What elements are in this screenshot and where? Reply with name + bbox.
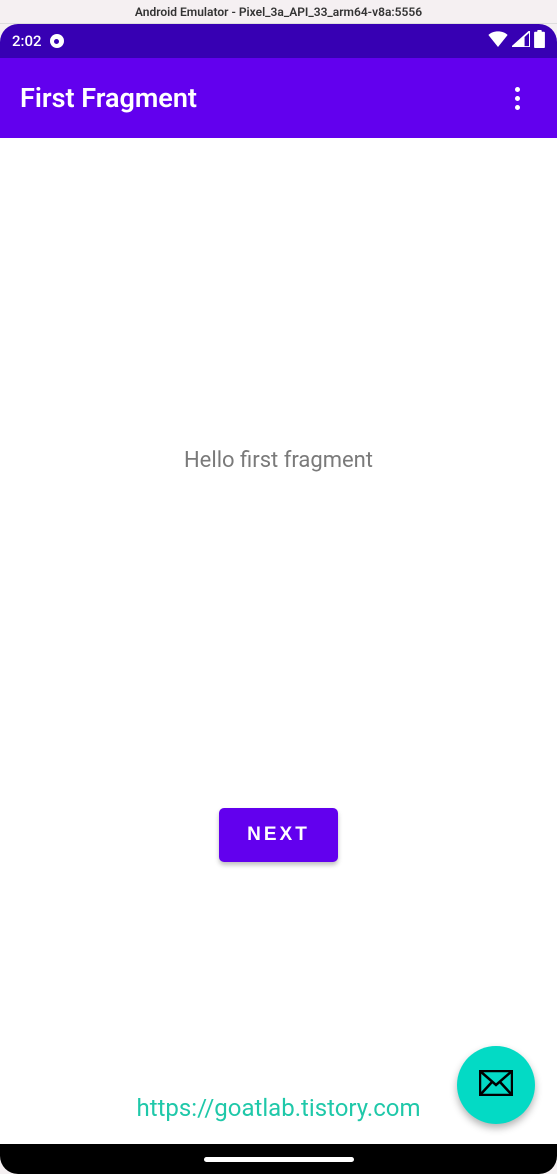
navigation-bar (0, 1144, 557, 1174)
overflow-menu-button[interactable] (497, 78, 537, 118)
hello-text-label: Hello first fragment (184, 448, 373, 473)
battery-icon (534, 30, 545, 52)
more-vert-icon (515, 85, 520, 112)
notification-indicator-icon (50, 34, 64, 48)
cellular-signal-icon (512, 31, 530, 51)
status-bar-left: 2:02 (12, 32, 64, 50)
status-bar: 2:02 (0, 24, 557, 58)
emulator-title-text: Android Emulator - Pixel_3a_API_33_arm64… (135, 5, 422, 19)
status-time: 2:02 (12, 32, 42, 50)
app-bar: First Fragment (0, 58, 557, 138)
fragment-content: Hello first fragment NEXT (0, 138, 557, 1144)
status-bar-right (488, 30, 545, 52)
emulator-title-bar: Android Emulator - Pixel_3a_API_33_arm64… (0, 0, 557, 24)
fab-mail-button[interactable] (457, 1046, 535, 1124)
next-button[interactable]: NEXT (219, 808, 338, 862)
app-bar-title: First Fragment (20, 82, 197, 114)
home-gesture-pill[interactable] (204, 1157, 354, 1162)
watermark-url: https://goatlab.tistory.com (137, 1094, 421, 1122)
wifi-icon (488, 31, 508, 51)
mail-icon (479, 1070, 513, 1100)
device-frame: 2:02 First Fragment Hello first frag (0, 24, 557, 1174)
